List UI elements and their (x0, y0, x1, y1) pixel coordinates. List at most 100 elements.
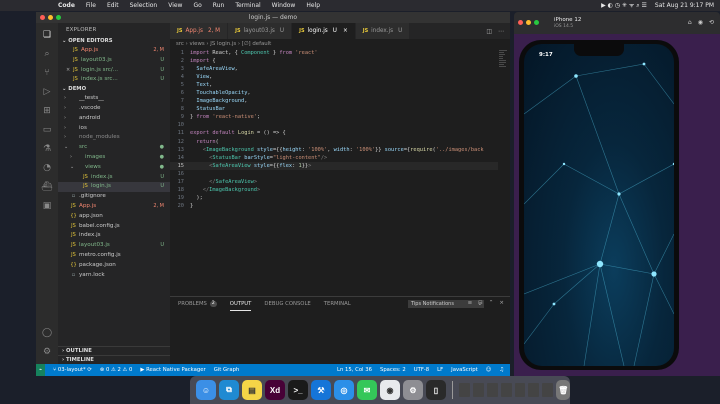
timeline-section[interactable]: › TIMELINE (58, 355, 170, 364)
tree-item[interactable]: › images ● (58, 153, 170, 163)
search-icon[interactable]: ⌕ (41, 48, 53, 60)
tab-problems[interactable]: PROBLEMS 2 (178, 297, 217, 311)
feedback-icon[interactable]: ☺ (486, 367, 492, 373)
dock-finder-icon[interactable]: ☺ (196, 380, 216, 400)
lock-scroll-icon[interactable]: ⊟ (478, 300, 483, 306)
extensions-icon[interactable]: ⊞ (41, 105, 53, 117)
dock-notes-icon[interactable]: ▤ (242, 380, 262, 400)
menubar-clock[interactable]: Sat Aug 21 9:17 PM (655, 2, 714, 9)
zoom-window-button[interactable] (56, 15, 61, 20)
dock-xd-icon[interactable]: Xd (265, 380, 285, 400)
editor-tab[interactable]: JS index.js U (355, 23, 411, 39)
close-panel-icon[interactable]: × (499, 300, 504, 306)
editor-tab[interactable]: JS layout03.js U (228, 23, 293, 39)
notifications-bell-icon[interactable]: ♫ (499, 367, 504, 373)
docker-icon[interactable]: ⛴ (41, 181, 53, 193)
minimap[interactable] (498, 49, 510, 296)
remote-indicator-icon[interactable]: ⌁ (36, 364, 45, 376)
phone-screen[interactable] (524, 44, 674, 366)
editor-tab[interactable]: JS App.js 2, M (170, 23, 229, 39)
tree-item[interactable]: › .vscode (58, 104, 170, 114)
dock-window-thumbnail[interactable] (542, 383, 554, 397)
sim-zoom-button[interactable] (534, 20, 539, 25)
run-debug-icon[interactable]: ▷ (41, 86, 53, 98)
tree-item[interactable]: › android (58, 114, 170, 124)
project-folder-section[interactable]: ⌄ DEMO (58, 85, 170, 94)
tree-item[interactable]: ▫ .gitignore (58, 192, 170, 202)
more-actions-icon[interactable]: ⋯ (498, 28, 504, 35)
dock-simulator-icon[interactable]: ▯ (426, 380, 446, 400)
menu-app-name[interactable]: Code (58, 2, 75, 9)
tree-item[interactable]: JS App.js 2, M (58, 202, 170, 212)
tab-debug-console[interactable]: DEBUG CONSOLE (264, 297, 310, 311)
menu-go[interactable]: Go (193, 2, 201, 9)
account-icon[interactable]: ◯ (41, 327, 53, 339)
sim-close-button[interactable] (518, 20, 523, 25)
git-branch[interactable]: ⑂ 03-layout* ⟳ (53, 367, 92, 373)
dock-window-thumbnail[interactable] (528, 383, 540, 397)
status-icons[interactable]: ▶ ◐ ◷ ✳ ᯤ ⌕ ☰ (601, 1, 647, 10)
cursor-position[interactable]: Ln 15, Col 36 (337, 367, 372, 373)
testing-icon[interactable]: ⚗ (41, 143, 53, 155)
tab-output[interactable]: OUTPUT (229, 297, 252, 311)
menu-window[interactable]: Window (272, 2, 296, 9)
explorer-icon[interactable]: ❏ (41, 29, 53, 41)
close-tab-icon[interactable]: × (343, 23, 348, 39)
git-graph-icon[interactable]: ◔ (41, 162, 53, 174)
open-editor-item[interactable]: × JS login.js src/... U (58, 66, 170, 76)
code-editor[interactable]: 1 import React, { Component } from 'react… (170, 49, 498, 296)
tree-item[interactable]: › __tests__ (58, 94, 170, 104)
tree-item[interactable]: › node_modules (58, 133, 170, 143)
indentation[interactable]: Spaces: 2 (380, 367, 406, 373)
split-editor-icon[interactable]: ◫ (486, 28, 492, 35)
open-editor-item[interactable]: JS App.js 2, M (58, 46, 170, 56)
line-ending[interactable]: LF (437, 367, 443, 373)
menu-help[interactable]: Help (306, 2, 320, 9)
rotate-icon[interactable]: ⟲ (709, 19, 714, 26)
tab-terminal[interactable]: TERMINAL (324, 297, 351, 311)
screenshot-icon[interactable]: ◉ (698, 19, 703, 26)
tree-item[interactable]: JS metro.config.js (58, 251, 170, 261)
open-editor-item[interactable]: JS layout03.js U (58, 56, 170, 66)
tree-item[interactable]: JS index.js (58, 231, 170, 241)
outline-section[interactable]: › OUTLINE (58, 346, 170, 355)
home-icon[interactable]: ⌂ (688, 19, 692, 26)
source-control-icon[interactable]: ⑂ (41, 67, 53, 79)
tree-item[interactable]: JS index.js U (58, 173, 170, 183)
editor-tab[interactable]: JS login.js U × (292, 23, 356, 39)
trash-icon[interactable]: 🗑 (556, 380, 571, 400)
git-graph-button[interactable]: Git Graph (214, 367, 240, 373)
menu-selection[interactable]: Selection (130, 2, 158, 9)
dock-xcode-icon[interactable]: ⚒ (311, 380, 331, 400)
dock-window-thumbnail[interactable] (514, 383, 526, 397)
dock-vscode-icon[interactable]: ⧉ (219, 380, 239, 400)
dock-window-thumbnail[interactable] (458, 383, 470, 397)
maximize-panel-icon[interactable]: ⌃ (489, 300, 494, 306)
language-mode[interactable]: JavaScript (451, 367, 478, 373)
clear-output-icon[interactable]: ≡ (468, 300, 473, 306)
open-editor-item[interactable]: JS index.js src... U (58, 75, 170, 85)
remote-explorer-icon[interactable]: ▭ (41, 124, 53, 136)
tree-item[interactable]: ⌄ src ● (58, 143, 170, 153)
menu-run[interactable]: Run (213, 2, 225, 9)
tree-item[interactable]: JS babel.config.js (58, 222, 170, 232)
breadcrumb[interactable]: src › views › JS login.js › [∅] default (170, 39, 510, 49)
bookmarks-icon[interactable]: ▣ (41, 200, 53, 212)
dock-terminal-icon[interactable]: >_ (288, 380, 308, 400)
react-native-packager[interactable]: ▶ React Native Packager (140, 367, 205, 373)
open-editors-section[interactable]: ⌄ OPEN EDITORS (58, 37, 170, 46)
menu-file[interactable]: File (86, 2, 96, 9)
menu-view[interactable]: View (168, 2, 182, 9)
menu-terminal[interactable]: Terminal (235, 2, 260, 9)
tree-item[interactable]: › ios (58, 124, 170, 134)
problems-summary[interactable]: ⊗ 0 ⚠ 2 ⚠ 0 (100, 367, 133, 373)
menu-edit[interactable]: Edit (107, 2, 119, 9)
dock-chrome-icon[interactable]: ◉ (380, 380, 400, 400)
dock-window-thumbnail[interactable] (472, 383, 484, 397)
tree-item[interactable]: JS login.js U (58, 182, 170, 193)
sim-minimize-button[interactable] (526, 20, 531, 25)
tree-item[interactable]: ▫ yarn.lock (58, 271, 170, 281)
tree-item[interactable]: JS layout03.js U (58, 241, 170, 251)
dock-window-thumbnail[interactable] (486, 383, 498, 397)
tree-item[interactable]: {} app.json (58, 212, 170, 222)
